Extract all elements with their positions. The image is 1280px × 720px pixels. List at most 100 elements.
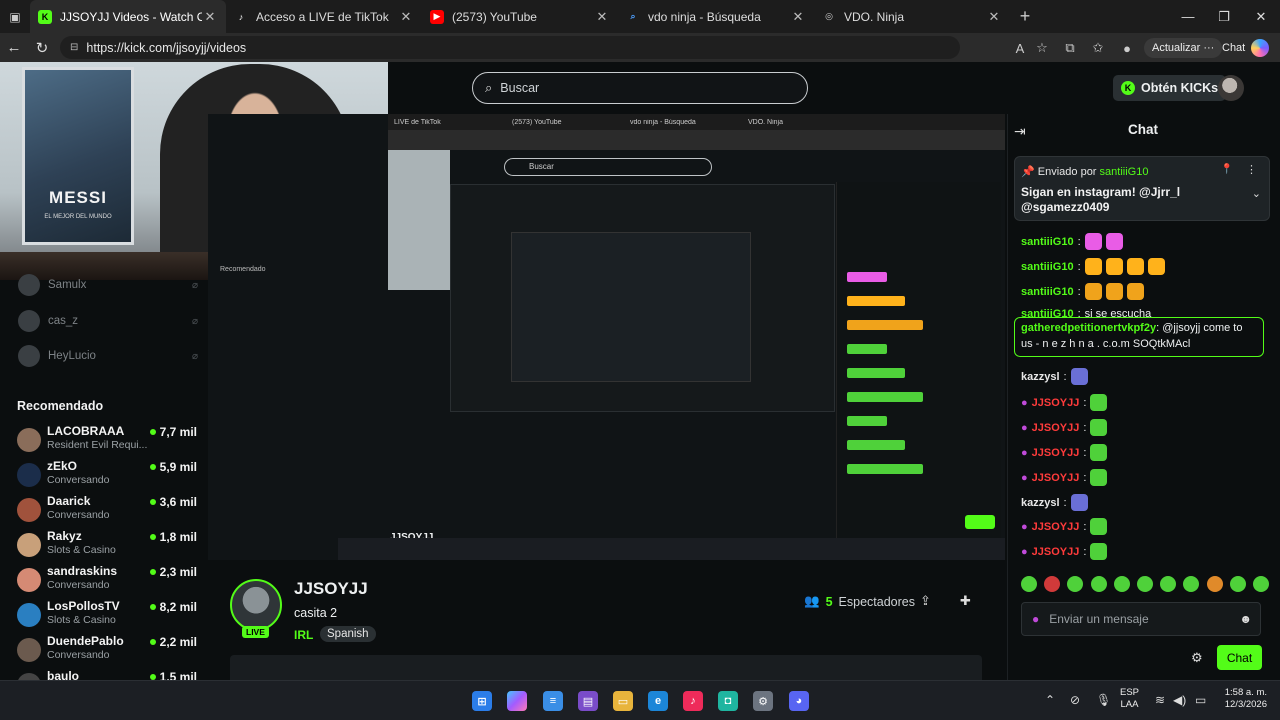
discord-icon[interactable]: ◕ bbox=[789, 691, 809, 711]
sidebar-channel-item[interactable]: baulo 1,5 mil bbox=[17, 669, 197, 680]
tab-kick[interactable]: K JJSOYJJ Videos - Watch On-Deman ✕ bbox=[30, 0, 226, 33]
sidebar-followed-item[interactable]: HeyLucio ⌀ bbox=[18, 344, 198, 368]
edge-icon[interactable]: e bbox=[648, 691, 668, 711]
follow-user-icon[interactable]: ✚ bbox=[960, 593, 971, 609]
update-button[interactable]: Actualizar ··· bbox=[1144, 38, 1223, 58]
favorite-star-icon[interactable]: ☆ bbox=[1032, 38, 1052, 58]
tiktok-taskbar-icon[interactable]: ♪ bbox=[683, 691, 703, 711]
tiktok-live-studio-icon[interactable]: ◘ bbox=[718, 691, 738, 711]
sidebar-channel-item[interactable]: zEkO Conversando 5,9 mil bbox=[17, 459, 197, 493]
copilot-taskbar-icon[interactable] bbox=[507, 691, 527, 711]
volume-icon[interactable]: ◀) bbox=[1173, 693, 1186, 707]
microphone-icon[interactable]: 🎙 bbox=[1096, 693, 1111, 707]
more-options-icon[interactable]: ⋮ bbox=[1246, 163, 1257, 176]
refresh-icon[interactable]: ↻ bbox=[28, 39, 56, 57]
emote-icon[interactable] bbox=[1113, 576, 1130, 592]
emote-icon[interactable] bbox=[1126, 258, 1144, 275]
emote-icon[interactable] bbox=[1090, 543, 1108, 560]
chat-username[interactable]: JJSOYJJ bbox=[1032, 397, 1080, 409]
settings-icon[interactable]: ⚙ bbox=[753, 691, 773, 711]
clock[interactable]: 1:58 a. m. 12/3/2026 bbox=[1215, 687, 1267, 711]
get-kicks-button[interactable]: K Obtén KICKs bbox=[1113, 75, 1227, 101]
file-explorer-icon[interactable]: ▭ bbox=[613, 691, 633, 711]
favorites-icon[interactable]: ✩ bbox=[1088, 38, 1108, 58]
emote-icon[interactable] bbox=[1229, 576, 1246, 592]
copilot-chat-button[interactable]: Chat bbox=[1222, 38, 1270, 58]
chat-username[interactable]: santiiiG10 bbox=[1021, 286, 1074, 298]
gear-icon[interactable]: ⚙ bbox=[1191, 650, 1203, 666]
emote-icon[interactable] bbox=[1084, 283, 1102, 300]
chat-username[interactable]: gatheredpetitionertvkpf2y bbox=[1021, 322, 1156, 334]
network-off-icon[interactable]: ⊘ bbox=[1070, 693, 1080, 707]
sidebar-channel-item[interactable]: LACOBRAAA Resident Evil Requi... 7,7 mil bbox=[17, 424, 197, 458]
tab-bing[interactable]: ⌕ vdo ninja - Búsqueda ✕ bbox=[618, 0, 814, 33]
tab-tiktok[interactable]: ♪ Acceso a LIVE de TikTok ✕ bbox=[226, 0, 422, 33]
chat-username[interactable]: JJSOYJJ bbox=[1032, 521, 1080, 533]
emote-icon[interactable] bbox=[1105, 233, 1123, 250]
avatar[interactable] bbox=[230, 579, 282, 631]
close-icon[interactable]: ✕ bbox=[986, 9, 1002, 25]
site-info-icon[interactable]: ⊟ bbox=[70, 42, 78, 53]
chat-input[interactable]: ● Enviar un mensaje ☻ bbox=[1021, 602, 1261, 636]
language-tag[interactable]: Spanish bbox=[320, 626, 376, 642]
sidebar-channel-item[interactable]: Daarick Conversando 3,6 mil bbox=[17, 494, 197, 528]
tab-vdo-ninja[interactable]: ◎ VDO. Ninja ✕ bbox=[814, 0, 1010, 33]
category-link[interactable]: IRL bbox=[294, 628, 313, 642]
pinned-message[interactable]: 📌 Enviado por santiiiG10 Sigan en instag… bbox=[1014, 156, 1270, 221]
chevron-down-icon[interactable]: ⌄ bbox=[1252, 187, 1261, 200]
read-aloud-icon[interactable]: A bbox=[1010, 38, 1030, 58]
minimize-icon[interactable]: — bbox=[1170, 0, 1206, 33]
chevron-up-icon[interactable]: ⌃ bbox=[1045, 693, 1055, 707]
chat-username[interactable]: JJSOYJJ bbox=[1032, 546, 1080, 558]
media-app-icon[interactable]: ▤ bbox=[578, 691, 598, 711]
chat-username[interactable]: JJSOYJJ bbox=[1032, 447, 1080, 459]
emote-icon[interactable] bbox=[1126, 283, 1144, 300]
sidebar-channel-item[interactable]: LosPollosTV Slots & Casino 8,2 mil bbox=[17, 599, 197, 633]
sidebar-channel-item[interactable]: sandraskins Conversando 2,3 mil bbox=[17, 564, 197, 598]
input-language[interactable]: ESP LAA bbox=[1120, 687, 1139, 711]
emote-icon[interactable] bbox=[1084, 258, 1102, 275]
share-icon[interactable]: ⇪ bbox=[920, 593, 931, 609]
emote-icon[interactable] bbox=[1090, 576, 1107, 592]
close-icon[interactable]: ✕ bbox=[202, 9, 218, 25]
sidebar-followed-item[interactable]: Samulx ⌀ bbox=[18, 273, 198, 297]
back-icon[interactable]: ← bbox=[0, 39, 28, 56]
emote-icon[interactable] bbox=[1090, 469, 1108, 486]
emote-icon[interactable] bbox=[1090, 394, 1108, 411]
emote-icon[interactable] bbox=[1136, 576, 1153, 592]
emoji-icon[interactable]: ☻ bbox=[1239, 612, 1252, 626]
emote-icon[interactable] bbox=[1160, 576, 1177, 592]
emote-icon[interactable] bbox=[1044, 576, 1061, 592]
avatar[interactable] bbox=[1218, 75, 1244, 101]
chat-username[interactable]: JJSOYJJ bbox=[1032, 472, 1080, 484]
emote-icon[interactable] bbox=[1021, 576, 1037, 592]
close-window-icon[interactable]: ✕ bbox=[1243, 0, 1279, 33]
sidebar-channel-item[interactable]: Rakyz Slots & Casino 1,8 mil bbox=[17, 529, 197, 563]
tab-actions-icon[interactable]: ▣ bbox=[0, 0, 30, 33]
send-chat-button[interactable]: Chat bbox=[1217, 645, 1262, 670]
emote-icon[interactable] bbox=[1084, 233, 1102, 250]
sidebar-channel-item[interactable]: DuendePablo Conversando 2,2 mil bbox=[17, 634, 197, 668]
wifi-icon[interactable]: ≋ bbox=[1155, 693, 1165, 707]
emote-icon[interactable] bbox=[1090, 518, 1108, 535]
extensions-icon[interactable]: ⧉ bbox=[1060, 38, 1080, 58]
close-icon[interactable]: ✕ bbox=[398, 9, 414, 25]
close-icon[interactable]: ✕ bbox=[790, 9, 806, 25]
emote-icon[interactable] bbox=[1206, 576, 1223, 592]
channel-name[interactable]: JJSOYJJ bbox=[294, 579, 368, 599]
windows-start-icon[interactable]: ⊞ bbox=[472, 691, 492, 711]
emote-icon[interactable] bbox=[1105, 283, 1123, 300]
chat-username[interactable]: santiiiG10 bbox=[1021, 236, 1074, 248]
battery-icon[interactable]: ▭ bbox=[1195, 693, 1206, 707]
chat-username[interactable]: kazzysl bbox=[1021, 371, 1060, 383]
restore-icon[interactable]: ❐ bbox=[1206, 0, 1242, 33]
emote-icon[interactable] bbox=[1105, 258, 1123, 275]
profile-icon[interactable]: ● bbox=[1117, 38, 1137, 58]
sidebar-followed-item[interactable]: cas_z ⌀ bbox=[18, 309, 198, 333]
chat-username[interactable]: santiiiG10 bbox=[1021, 261, 1074, 273]
collapse-chat-icon[interactable]: ⇥ bbox=[1014, 123, 1026, 140]
url-field[interactable]: ⊟ https://kick.com/jjsoyjj/videos bbox=[60, 36, 960, 59]
emote-icon[interactable] bbox=[1252, 576, 1269, 592]
tab-youtube[interactable]: ▶ (2573) YouTube ✕ bbox=[422, 0, 618, 33]
emote-icon[interactable] bbox=[1090, 444, 1108, 461]
